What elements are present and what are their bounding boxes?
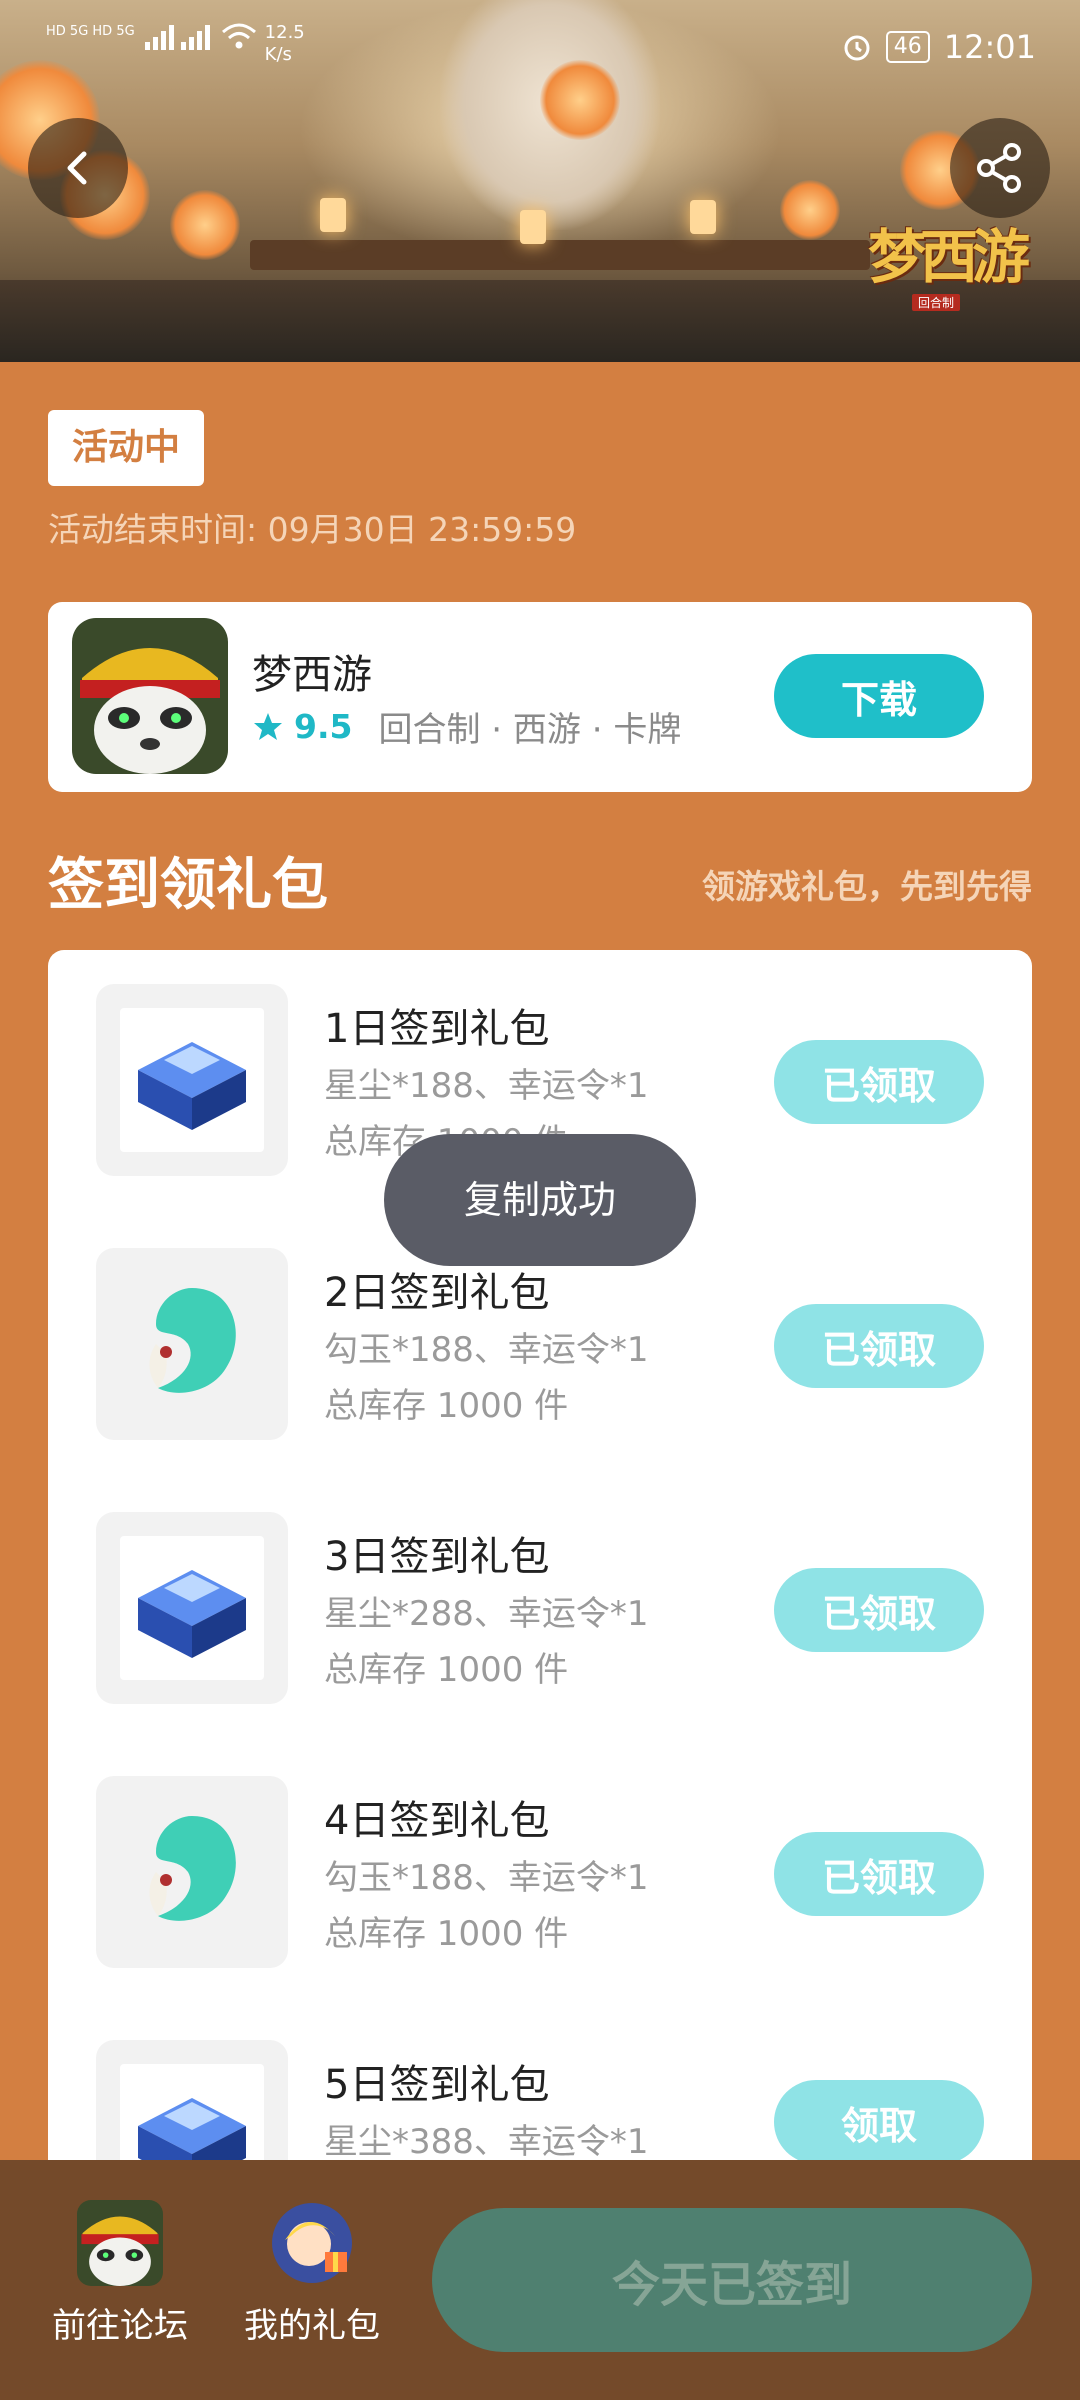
claim-button[interactable]: 领取 [774,2080,984,2164]
signal-labels: HD 5G HD 5G [46,24,135,39]
game-tags: 回合制 · 西游 · 卡牌 [378,710,682,750]
logo-text: 梦西游 [868,223,1030,291]
share-button[interactable] [950,118,1050,218]
gift-title: 3日签到礼包 [324,1534,550,1580]
gift-thumbnail [96,1776,288,1968]
gift-row[interactable]: 3日签到礼包 星尘*288、幸运令*1 总库存 1000 件 已领取 [48,1478,1032,1704]
share-icon [977,143,1021,193]
blue-chest-icon [138,1042,246,1130]
gift-title: 1日签到礼包 [324,1006,550,1052]
my-gifts-link[interactable]: 我的礼包 [212,2200,412,2347]
signal-icon [144,25,210,50]
signal-indicators: HD 5G HD 5G 12.5 K/s [46,22,305,66]
section-title: 签到领礼包 [48,853,328,918]
sign-in-button[interactable]: 今天已签到 [432,2208,1032,2352]
claim-button[interactable]: 已领取 [774,1040,984,1124]
game-name: 梦西游 [252,652,372,698]
game-score: 9.5 [294,707,353,746]
status-bar: HD 5G HD 5G 12.5 K/s 46 12:01 [0,0,1080,100]
logo-subtitle: 回合制 [912,294,961,311]
game-icon [77,2200,163,2286]
gift-description: 星尘*188、幸运令*1 [324,1066,649,1106]
chevron-left-icon [67,151,87,185]
alarm-icon [844,35,870,61]
net-speed-value: 12.5 [264,22,305,43]
download-button[interactable]: 下载 [774,654,984,738]
gift-description: 星尘*288、幸运令*1 [324,1594,649,1634]
gift-stock: 总库存 1000 件 [324,1386,569,1426]
gift-stock: 总库存 1000 件 [324,1650,569,1690]
game-logo-art: 梦西游 回合制 [868,210,1038,311]
net-speed-unit: K/s [264,44,292,65]
bottom-bar: 前往论坛 我的礼包 今天已签到 [0,2160,1080,2400]
gift-title: 5日签到礼包 [324,2062,550,2108]
clock: 12:01 [943,28,1036,66]
section-subtitle: 领游戏礼包，先到先得 [702,867,1032,906]
gift-description: 星尘*388、幸运令*1 [324,2122,649,2162]
gift-row[interactable]: 4日签到礼包 勾玉*188、幸运令*1 总库存 1000 件 已领取 [48,1742,1032,1968]
battery-level: 46 [885,31,930,63]
blue-chest-icon [138,1570,246,1658]
activity-end-time: 活动结束时间: 09月30日 23:59:59 [48,510,577,549]
claim-button[interactable]: 已领取 [774,1832,984,1916]
gift-thumbnail [96,984,288,1176]
gift-title: 2日签到礼包 [324,1270,550,1316]
back-button[interactable] [28,118,128,218]
claim-button[interactable]: 已领取 [774,1304,984,1388]
forum-link[interactable]: 前往论坛 [20,2200,220,2347]
wifi-icon [221,23,256,49]
gift-avatar-icon [269,2200,355,2286]
gift-description: 勾玉*188、幸运令*1 [324,1858,649,1898]
gift-row[interactable]: 1日签到礼包 星尘*188、幸运令*1 总库存 1000 件 已领取 [48,950,1032,1176]
game-card[interactable]: 梦西游 9.5 回合制 · 西游 · 卡牌 下载 [48,602,1032,792]
jade-magatama-icon [149,1816,236,1921]
forum-label: 前往论坛 [52,2306,188,2346]
gift-stock: 总库存 1000 件 [324,1914,569,1954]
toast-message: 复制成功 [384,1134,696,1266]
game-icon [72,618,228,774]
claim-button[interactable]: 已领取 [774,1568,984,1652]
jade-magatama-icon [149,1288,236,1393]
gift-thumbnail [96,1248,288,1440]
star-icon [254,712,282,740]
activity-status-tag: 活动中 [48,410,205,486]
gift-description: 勾玉*188、幸运令*1 [324,1330,649,1370]
my-gifts-label: 我的礼包 [244,2306,380,2346]
gift-title: 4日签到礼包 [324,1798,550,1844]
gift-thumbnail [96,1512,288,1704]
